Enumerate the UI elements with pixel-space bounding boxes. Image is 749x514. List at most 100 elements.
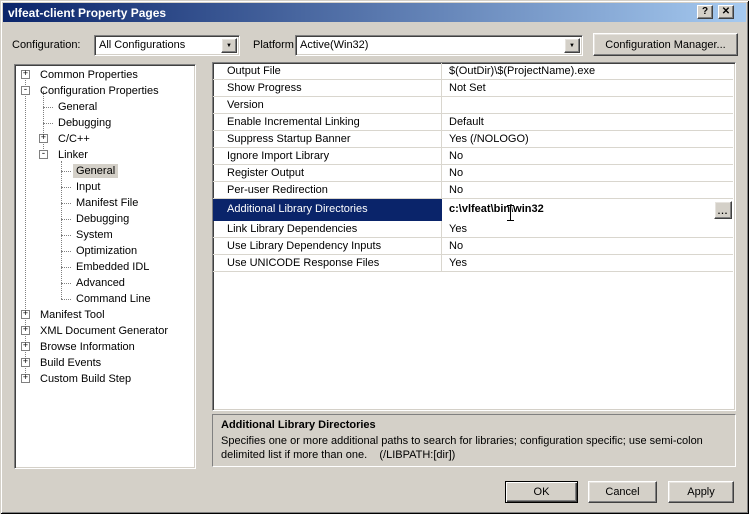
property-name: Additional Library Directories — [213, 199, 442, 221]
tree-connector — [43, 123, 53, 124]
tree-item-label: System — [73, 228, 116, 242]
tree-connector — [61, 171, 71, 172]
grid-row-use-library-dependency-inputs[interactable]: Use Library Dependency InputsNo — [213, 238, 733, 255]
property-value[interactable] — [443, 97, 733, 113]
tree-connector — [61, 219, 71, 220]
property-name: Suppress Startup Banner — [213, 131, 442, 147]
tree-expand-icon[interactable]: + — [21, 326, 30, 335]
platform-select[interactable]: Active(Win32) ▼ — [295, 35, 583, 56]
grid-row-link-library-dependencies[interactable]: Link Library DependenciesYes — [213, 221, 733, 238]
tree-item-browse-information[interactable]: + Browse Information — [15, 339, 195, 355]
tree-item-label: Optimization — [73, 244, 140, 258]
grid-row-use-unicode-response-files[interactable]: Use UNICODE Response FilesYes — [213, 255, 733, 272]
window-title: vlfeat-client Property Pages — [8, 6, 166, 20]
grid-row-ignore-import-library[interactable]: Ignore Import LibraryNo — [213, 148, 733, 165]
tree-item-label: Command Line — [73, 292, 154, 306]
tree-expand-icon[interactable]: + — [21, 358, 30, 367]
tree-item-debugging[interactable]: Debugging — [15, 115, 195, 131]
description-text-line1: Specifies one or more additional paths t… — [221, 434, 727, 448]
chevron-down-icon[interactable]: ▼ — [564, 38, 580, 53]
property-value[interactable]: Yes (/NOLOGO) — [443, 131, 733, 147]
tree-item-configuration-properties[interactable]: -Configuration Properties — [15, 83, 195, 99]
property-value[interactable]: No — [443, 165, 733, 181]
configuration-manager-button[interactable]: Configuration Manager... — [593, 33, 738, 56]
tree-connector — [61, 203, 71, 204]
tree-expand-icon[interactable]: + — [21, 342, 30, 351]
grid-row-additional-library-directories[interactable]: Additional Library Directoriesc:\vlfeat\… — [213, 199, 733, 221]
tree-collapse-icon[interactable]: - — [39, 150, 48, 159]
close-icon: ✕ — [722, 7, 730, 17]
tree-item-xml-document-generator[interactable]: + XML Document Generator — [15, 323, 195, 339]
tree-item-build-events[interactable]: + Build Events — [15, 355, 195, 371]
property-value[interactable]: Yes — [443, 255, 733, 271]
property-pages-dialog: vlfeat-client Property Pages ? ✕ Configu… — [0, 0, 749, 514]
browse-button[interactable]: ... — [714, 201, 732, 219]
tree-connector — [61, 299, 71, 300]
tree-item-label: Manifest File — [73, 196, 141, 210]
cancel-button[interactable]: Cancel — [588, 481, 657, 503]
tree-item-manifest-file[interactable]: Manifest File — [15, 195, 195, 211]
property-name: Ignore Import Library — [213, 148, 442, 164]
property-name: Use Library Dependency Inputs — [213, 238, 442, 254]
chevron-down-icon[interactable]: ▼ — [221, 38, 237, 53]
tree-item-system[interactable]: System — [15, 227, 195, 243]
tree-item-common-properties[interactable]: + Common Properties — [15, 67, 195, 83]
tree-item-manifest-tool[interactable]: +Manifest Tool — [15, 307, 195, 323]
tree-item-input[interactable]: Input — [15, 179, 195, 195]
grid-row-suppress-startup-banner[interactable]: Suppress Startup BannerYes (/NOLOGO) — [213, 131, 733, 148]
grid-row-enable-incremental-linking[interactable]: Enable Incremental LinkingDefault — [213, 114, 733, 131]
tree-item-command-line[interactable]: Command Line — [15, 291, 195, 307]
close-button[interactable]: ✕ — [718, 5, 734, 19]
tree-collapse-icon[interactable]: - — [21, 86, 30, 95]
grid-row-output-file[interactable]: Output File$(OutDir)\$(ProjectName).exe — [213, 63, 733, 80]
tree-item-linker[interactable]: -Linker — [15, 147, 195, 163]
tree-view: + Common Properties-Configuration Propert… — [14, 64, 196, 469]
tree-item-label: Common Properties — [37, 68, 141, 82]
help-icon: ? — [702, 7, 708, 17]
property-value[interactable]: No — [443, 238, 733, 254]
tree-item-advanced[interactable]: Advanced — [15, 275, 195, 291]
property-value[interactable]: Not Set — [443, 80, 733, 96]
configuration-select[interactable]: All Configurations ▼ — [94, 35, 240, 56]
tree-item-general[interactable]: General — [15, 163, 195, 179]
tree-expand-icon[interactable]: + — [21, 310, 30, 319]
property-grid: Output File$(OutDir)\$(ProjectName).exeS… — [212, 62, 736, 411]
tree-connector — [61, 235, 71, 236]
property-value[interactable]: No — [443, 182, 733, 198]
window-titlebar[interactable]: vlfeat-client Property Pages — [3, 3, 746, 22]
platform-value: Active(Win32) — [300, 39, 368, 51]
property-value[interactable]: c:\vlfeat\bin\win32 — [443, 199, 733, 221]
tree-item-optimization[interactable]: Optimization — [15, 243, 195, 259]
tree-connector — [43, 107, 53, 108]
tree-item-embedded-idl[interactable]: Embedded IDL — [15, 259, 195, 275]
property-name: Use UNICODE Response Files — [213, 255, 442, 271]
property-value[interactable]: Default — [443, 114, 733, 130]
tree-connector — [61, 251, 71, 252]
tree-item-label: Browse Information — [37, 340, 138, 354]
tree-expand-icon[interactable]: + — [39, 134, 48, 143]
property-name: Enable Incremental Linking — [213, 114, 442, 130]
grid-row-version[interactable]: Version — [213, 97, 733, 114]
grid-row-show-progress[interactable]: Show ProgressNot Set — [213, 80, 733, 97]
tree-item-general[interactable]: General — [15, 99, 195, 115]
tree-item-label: XML Document Generator — [37, 324, 171, 338]
tree-connector — [61, 283, 71, 284]
configuration-label: Configuration: — [12, 39, 81, 51]
tree-item-custom-build-step[interactable]: +Custom Build Step — [15, 371, 195, 387]
grid-row-register-output[interactable]: Register OutputNo — [213, 165, 733, 182]
tree-expand-icon[interactable]: + — [21, 70, 30, 79]
property-value[interactable]: Yes — [443, 221, 733, 237]
tree-expand-icon[interactable]: + — [21, 374, 30, 383]
tree-connector — [61, 267, 71, 268]
property-value[interactable]: $(OutDir)\$(ProjectName).exe — [443, 63, 733, 79]
grid-row-per-user-redirection[interactable]: Per-user RedirectionNo — [213, 182, 733, 199]
tree-item-label: Debugging — [73, 212, 132, 226]
ok-button[interactable]: OK — [505, 481, 578, 503]
help-button[interactable]: ? — [697, 5, 713, 19]
tree-item-c-c-[interactable]: +C/C++ — [15, 131, 195, 147]
tree-item-label: Build Events — [37, 356, 104, 370]
property-value[interactable]: No — [443, 148, 733, 164]
apply-button[interactable]: Apply — [668, 481, 734, 503]
tree-item-debugging[interactable]: Debugging — [15, 211, 195, 227]
property-name: Register Output — [213, 165, 442, 181]
